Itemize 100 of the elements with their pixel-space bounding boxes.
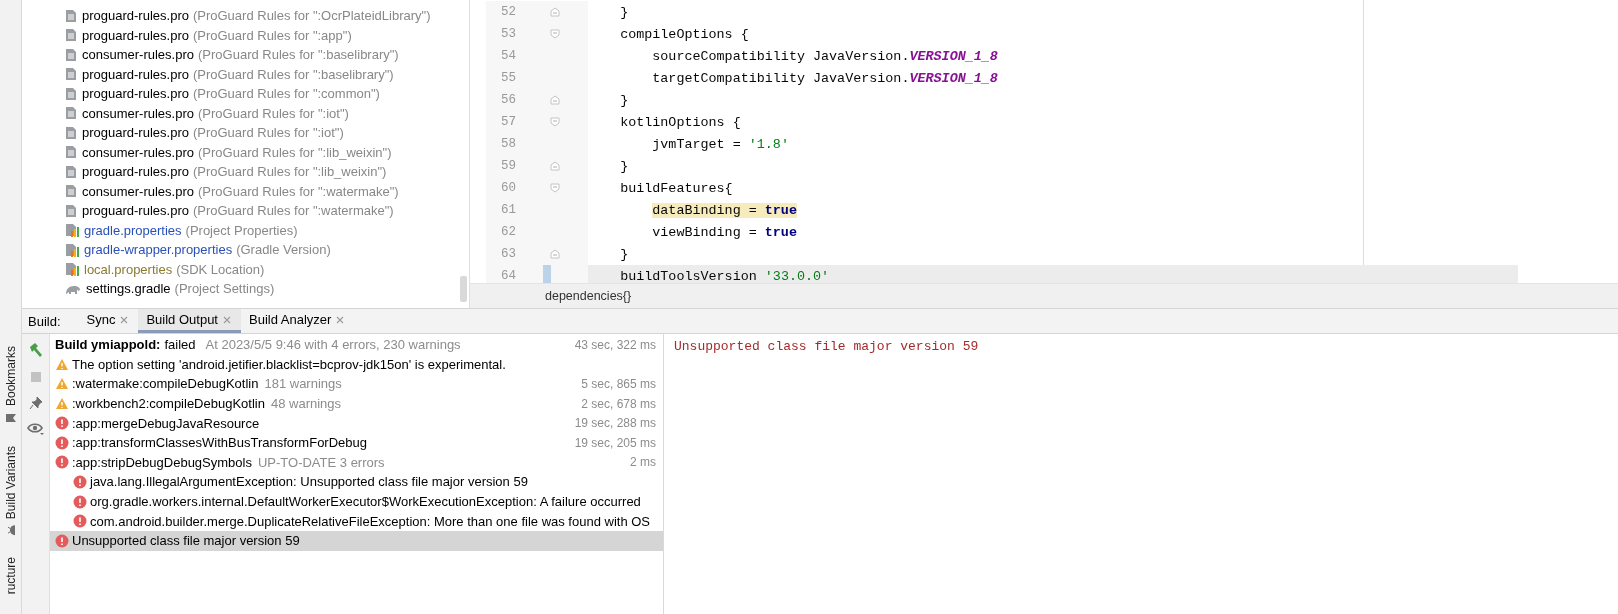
file-description: (ProGuard Rules for ":OcrPlateidLibrary") bbox=[192, 8, 431, 24]
error-icon bbox=[55, 416, 69, 431]
file-name[interactable]: settings.gradle bbox=[86, 281, 171, 297]
eye-icon[interactable] bbox=[26, 422, 45, 436]
file-name[interactable]: consumer-rules.pro bbox=[82, 47, 194, 63]
error-icon bbox=[55, 435, 69, 450]
tab[interactable]: Build Analyzer bbox=[241, 309, 355, 333]
fold-icon[interactable] bbox=[550, 249, 560, 259]
scrollbar[interactable] bbox=[460, 276, 467, 302]
code-token: viewBinding = bbox=[652, 224, 758, 240]
file-name[interactable]: gradle.properties bbox=[84, 222, 182, 238]
file-description: (Project Properties) bbox=[185, 222, 298, 238]
tab[interactable]: Sync bbox=[78, 309, 139, 333]
properties-file-icon bbox=[65, 262, 79, 277]
line-number: 53 bbox=[500, 27, 516, 41]
console-output: Unsupported class file major version 59 bbox=[674, 339, 979, 354]
properties-file-icon bbox=[65, 242, 79, 257]
file-description: (ProGuard Rules for ":baselibrary") bbox=[192, 66, 394, 82]
code-token: jvmTarget = bbox=[652, 136, 742, 152]
line-number: 61 bbox=[500, 203, 516, 217]
file-description: (ProGuard Rules for ":common") bbox=[192, 86, 380, 102]
side-tool-tab[interactable]: Bookmarks bbox=[0, 346, 22, 425]
build-title: Build ymiappold: bbox=[55, 337, 161, 353]
fold-icon[interactable] bbox=[550, 161, 560, 171]
build-tree-row[interactable]: org.gradle.workers.internal.DefaultWorkerExecutor$WorkExecutionException: A failure occurred bbox=[50, 491, 663, 512]
file-icon bbox=[65, 203, 77, 218]
tab[interactable]: Build Output bbox=[138, 309, 241, 333]
build-tree-row[interactable]: com.android.builder.merge.DuplicateRelativeFileException: More than one file was found with OS bbox=[50, 511, 663, 531]
file-icon bbox=[65, 125, 77, 140]
code-token: '1.8' bbox=[748, 136, 789, 152]
file-name[interactable]: proguard-rules.pro bbox=[82, 27, 189, 43]
file-icon bbox=[65, 8, 77, 23]
message-text: :app:stripDebugDebugSymbols bbox=[72, 454, 252, 470]
line-number: 63 bbox=[500, 247, 516, 261]
breadcrumb[interactable]: dependencies{} bbox=[545, 289, 632, 303]
build-tree-row[interactable]: java.lang.IllegalArgumentException: Unsupported class file major version 59 bbox=[50, 472, 663, 492]
file-description: (ProGuard Rules for ":lib_weixin") bbox=[192, 164, 387, 180]
build-tree-row[interactable]: Build ymiappold: failed At 2023/5/5 9:46 with 4 errors, 230 warnings 43 sec, 322 ms bbox=[50, 335, 663, 355]
message-text: :app:transformClassesWithBusTransformForDebug bbox=[72, 435, 367, 451]
change-marker bbox=[543, 265, 551, 283]
hammer-icon[interactable] bbox=[27, 342, 44, 358]
warning-icon bbox=[55, 357, 69, 371]
side-tool-tab[interactable]: Build Variants bbox=[0, 446, 22, 536]
file-name[interactable]: local.properties bbox=[84, 261, 173, 277]
file-name[interactable]: proguard-rules.pro bbox=[82, 203, 189, 219]
properties-file-icon bbox=[65, 223, 79, 238]
close-icon[interactable] bbox=[223, 315, 231, 324]
code-token: dataBinding = bbox=[652, 202, 758, 218]
build-tree-row[interactable]: :app:transformClassesWithBusTransformForDebug 19 sec, 205 ms bbox=[50, 432, 663, 453]
file-name[interactable]: proguard-rules.pro bbox=[82, 66, 189, 82]
line-number: 56 bbox=[500, 93, 516, 107]
message-text: The option setting 'android.jetifier.blacklist=bcprov-jdk15on' is experimental. bbox=[72, 356, 506, 372]
code-token: buildFeatures{ bbox=[620, 180, 733, 196]
file-name[interactable]: proguard-rules.pro bbox=[82, 8, 189, 24]
build-tree-row[interactable]: :app:stripDebugDebugSymbols UP-TO-DATE 3 errors 2 ms bbox=[50, 452, 663, 473]
file-icon bbox=[65, 164, 77, 179]
line-number: 55 bbox=[500, 71, 516, 85]
code-token: true bbox=[764, 202, 797, 218]
build-tree-row[interactable]: The option setting 'android.jetifier.blacklist=bcprov-jdk15on' is experimental. bbox=[50, 354, 663, 375]
message-text: :workbench2:compileDebugKotlin bbox=[72, 396, 265, 412]
file-name[interactable]: proguard-rules.pro bbox=[82, 164, 189, 180]
file-name[interactable]: consumer-rules.pro bbox=[82, 183, 194, 199]
file-name[interactable]: consumer-rules.pro bbox=[82, 105, 194, 121]
fold-icon[interactable] bbox=[550, 95, 560, 105]
file-name[interactable]: gradle-wrapper.properties bbox=[84, 242, 233, 258]
line-number: 52 bbox=[500, 5, 516, 19]
code-token: targetCompatibility JavaVersion. bbox=[652, 70, 910, 86]
duration: 5 sec, 865 ms bbox=[581, 377, 656, 391]
build-tree-row[interactable]: :workbench2:compileDebugKotlin 48 warnings 2 sec, 678 ms bbox=[50, 393, 663, 414]
side-tool-tab[interactable]: ructure bbox=[0, 557, 22, 595]
close-icon[interactable] bbox=[336, 315, 345, 324]
file-icon bbox=[65, 184, 77, 199]
file-icon bbox=[65, 47, 77, 62]
code-token: true bbox=[764, 224, 797, 240]
build-tree-row[interactable]: :watermake:compileDebugKotlin 181 warnings 5 sec, 865 ms bbox=[50, 374, 663, 394]
code-token: } bbox=[620, 92, 629, 108]
file-name[interactable]: consumer-rules.pro bbox=[82, 144, 194, 160]
build-tree-row[interactable]: Unsupported class file major version 59 bbox=[50, 530, 663, 551]
message-text: Unsupported class file major version 59 bbox=[72, 533, 300, 549]
fold-icon[interactable] bbox=[550, 183, 560, 193]
fold-icon[interactable] bbox=[550, 7, 560, 17]
line-number: 64 bbox=[500, 269, 516, 283]
fold-icon[interactable] bbox=[550, 117, 560, 127]
code-token: buildToolsVersion bbox=[620, 268, 758, 283]
message-text: :watermake:compileDebugKotlin bbox=[72, 376, 259, 392]
build-tree-row[interactable]: :app:mergeDebugJavaResource 19 sec, 288 ms bbox=[50, 413, 663, 433]
code-token: } bbox=[620, 246, 629, 262]
close-icon[interactable] bbox=[120, 315, 129, 324]
file-name[interactable]: proguard-rules.pro bbox=[82, 125, 189, 141]
code-token: } bbox=[620, 158, 629, 174]
file-name[interactable]: proguard-rules.pro bbox=[82, 86, 189, 102]
duration: 2 sec, 678 ms bbox=[581, 396, 656, 411]
pin-icon[interactable] bbox=[28, 396, 43, 410]
message-detail: At 2023/5/5 9:46 with 4 errors, 230 warnings bbox=[205, 337, 461, 353]
line-number: 57 bbox=[500, 115, 516, 129]
fold-icon[interactable] bbox=[550, 29, 560, 39]
line-number: 54 bbox=[500, 49, 516, 63]
error-icon bbox=[55, 455, 69, 470]
code-token: VERSION_1_8 bbox=[909, 70, 998, 86]
file-description: (ProGuard Rules for ":baselibrary") bbox=[198, 47, 399, 63]
